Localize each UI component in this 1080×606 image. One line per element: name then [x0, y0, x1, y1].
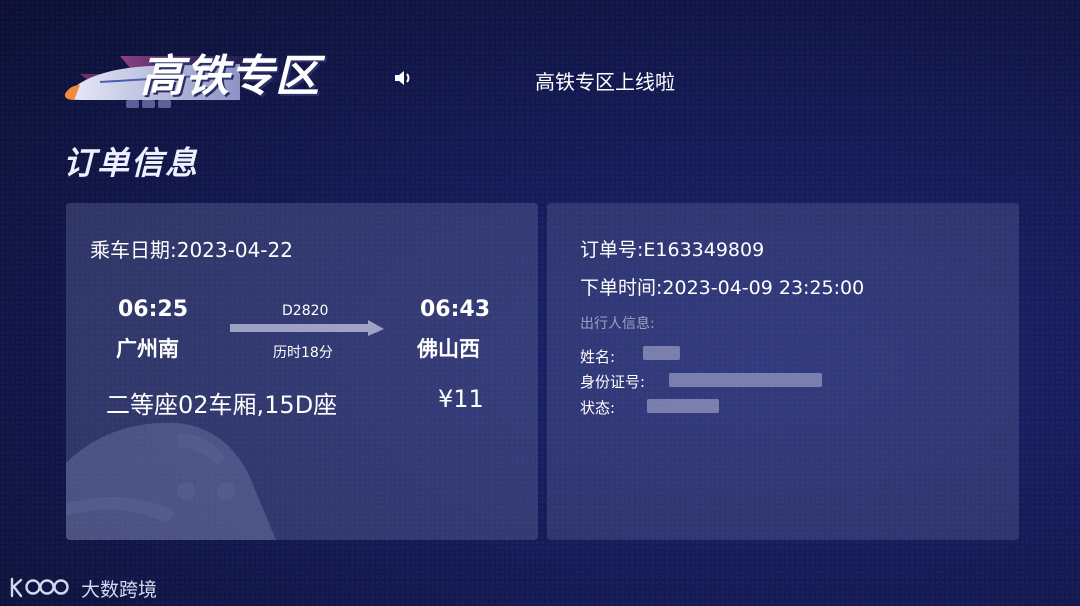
trip-duration: 历时18分 — [273, 345, 333, 361]
departure-time: 06:25 — [118, 297, 189, 322]
order-info-card[interactable]: 订单号:E163349809 下单时间:2023-04-09 23:25:00 … — [547, 203, 1019, 540]
traveler-info-title: 出行人信息: — [580, 316, 655, 332]
route-arrow-icon — [230, 320, 384, 336]
high-speed-rail-logo: 高铁专区 — [60, 34, 360, 116]
departure-station: 广州南 — [116, 337, 179, 361]
order-time: 下单时间:2023-04-09 23:25:00 — [580, 277, 865, 299]
traveler-name-label: 姓名: — [580, 348, 616, 366]
speaker-icon[interactable] — [393, 67, 415, 89]
redacted-status — [647, 399, 719, 413]
ride-date: 乘车日期:2023-04-22 — [90, 238, 293, 262]
brand-logo-icon — [10, 577, 69, 598]
ticket-price: ¥11 — [438, 385, 484, 413]
traveler-id-label: 身份证号: — [580, 373, 646, 391]
order-number: 订单号:E163349809 — [580, 239, 765, 261]
announcement-marquee: 高铁专区上线啦 — [535, 70, 675, 94]
logo-title: 高铁专区 — [140, 51, 320, 102]
seat-info: 二等座02车厢,15D座 — [106, 391, 338, 419]
train-number: D2820 — [282, 303, 329, 319]
redacted-id-number — [669, 373, 822, 387]
section-title: 订单信息 — [63, 144, 200, 182]
arrival-station: 佛山西 — [417, 337, 480, 361]
brand-name: 大数跨境 — [81, 579, 158, 601]
ticket-card[interactable]: 乘车日期:2023-04-22 06:25 广州南 D2820 历时18分 06… — [66, 203, 538, 540]
traveler-status-label: 状态: — [580, 399, 616, 417]
redacted-name — [643, 346, 680, 360]
arrival-time: 06:43 — [420, 297, 491, 322]
